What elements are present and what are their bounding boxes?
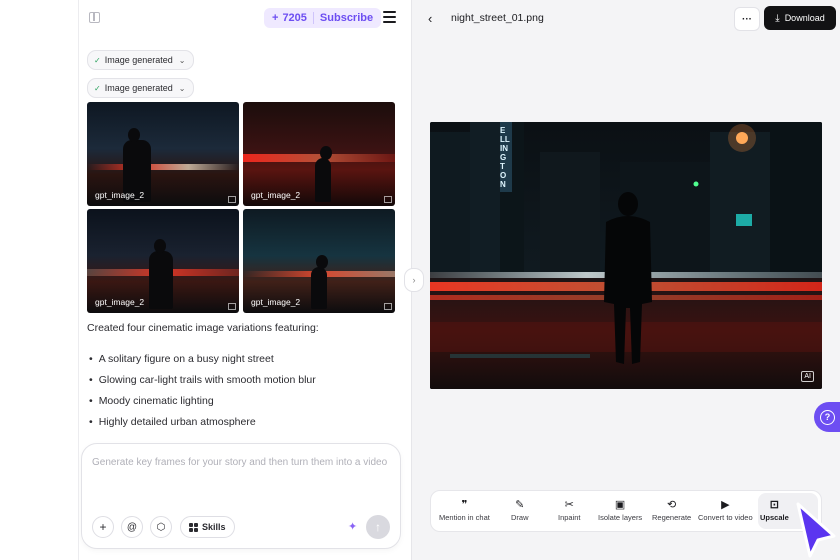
image-thumbnail[interactable]: gpt_image_2 xyxy=(87,102,239,206)
sidebar-toggle-icon[interactable] xyxy=(89,12,100,23)
ai-badge-icon xyxy=(384,303,392,310)
figure-silhouette xyxy=(311,255,328,309)
tool-draw[interactable]: ✎ Draw xyxy=(511,497,529,529)
credits-pill[interactable]: + 7205 Subscribe xyxy=(264,8,382,28)
list-item: Moody cinematic lighting xyxy=(87,392,316,413)
chip-label: Image generated xyxy=(104,83,173,93)
stack-icon[interactable] xyxy=(383,11,396,24)
at-icon: @ xyxy=(126,521,138,533)
ai-badge-icon xyxy=(228,303,236,310)
download-button[interactable]: ⤓ Download xyxy=(764,6,836,30)
tool-label: Convert to video xyxy=(698,513,753,522)
tool-isolate-layers[interactable]: ▣ Isolate layers xyxy=(598,497,642,529)
ai-badge-icon xyxy=(384,196,392,203)
more-options-button[interactable]: ··· xyxy=(734,7,760,31)
download-label: Download xyxy=(784,13,825,23)
file-name: night_street_01.png xyxy=(451,12,544,24)
pointer-cursor-icon xyxy=(796,502,836,558)
tool-upscale[interactable]: ⊡ Upscale xyxy=(760,497,789,529)
light-trail xyxy=(87,164,239,170)
ai-badge-icon xyxy=(228,196,236,203)
hd-icon: ⊡ xyxy=(769,499,779,511)
image-grid: gpt_image_2 gpt_image_2 gpt_image_2 gpt_… xyxy=(87,102,395,314)
chevron-down-icon: ⌄ xyxy=(178,83,186,93)
scissors-icon: ✂ xyxy=(564,499,574,511)
chevron-right-icon: › xyxy=(412,275,416,285)
image-thumbnail[interactable]: gpt_image_2 xyxy=(243,209,395,313)
tool-label: Mention in chat xyxy=(439,513,490,522)
night-street-scene xyxy=(430,122,822,389)
question-icon: ? xyxy=(820,409,835,425)
building-sign: ELLINGTON xyxy=(500,126,510,189)
arrow-up-icon: ↑ xyxy=(375,520,381,534)
tool-label: Regenerate xyxy=(652,513,692,522)
quote-icon: ❞ xyxy=(461,499,468,511)
tool-label: Isolate layers xyxy=(598,513,643,522)
main-image[interactable]: ELLINGTON AI xyxy=(430,122,822,389)
plus-icon: + xyxy=(99,520,107,534)
tool-label: Inpaint xyxy=(558,513,581,522)
thumbnail-label: gpt_image_2 xyxy=(95,190,145,200)
help-button[interactable]: ? xyxy=(814,402,840,432)
image-thumbnail[interactable]: gpt_image_2 xyxy=(243,102,395,206)
refresh-icon: ⟲ xyxy=(666,499,677,511)
list-item: A solitary figure on a busy night street xyxy=(87,350,316,371)
sparkle-icon[interactable]: ✦ xyxy=(348,520,357,533)
feature-list: A solitary figure on a busy night street… xyxy=(87,350,316,434)
tool-label: Upscale xyxy=(760,513,789,522)
layers-image-icon: ▣ xyxy=(614,499,626,511)
check-icon: ✓ xyxy=(94,55,101,65)
cube-icon: ⬡ xyxy=(156,521,166,533)
tool-regenerate[interactable]: ⟲ Regenerate xyxy=(652,497,691,529)
chip-label: Image generated xyxy=(104,55,173,65)
ellipsis-icon: ··· xyxy=(742,13,752,25)
thumbnail-label: gpt_image_2 xyxy=(251,297,301,307)
figure-silhouette xyxy=(149,239,173,309)
chat-panel: + 7205 Subscribe ✓ Image generated ⌄ ✓ I… xyxy=(78,0,412,560)
credits-count: 7205 xyxy=(282,12,307,24)
collapse-panel-button[interactable]: › xyxy=(404,268,424,292)
figure-silhouette xyxy=(315,146,332,202)
back-button[interactable]: ‹ xyxy=(428,11,432,26)
check-icon: ✓ xyxy=(94,83,101,93)
tool-mention-in-chat[interactable]: ❞ Mention in chat xyxy=(439,497,490,529)
image-generated-chip[interactable]: ✓ Image generated ⌄ xyxy=(87,78,195,98)
list-item: Glowing car-light trails with smooth mot… xyxy=(87,371,316,392)
image-toolbar: ❞ Mention in chat ✎ Draw ✂ Inpaint ▣ Iso… xyxy=(430,490,822,532)
left-gutter xyxy=(0,0,78,560)
mention-button[interactable]: @ xyxy=(121,516,143,538)
tool-inpaint[interactable]: ✂ Inpaint xyxy=(558,497,581,529)
subscribe-link[interactable]: Subscribe xyxy=(320,12,373,24)
response-text: Created four cinematic image variations … xyxy=(87,322,319,334)
tool-label: Draw xyxy=(511,513,529,522)
ai-badge: AI xyxy=(801,371,814,382)
skills-button[interactable]: Skills xyxy=(180,516,235,538)
chat-header: + 7205 Subscribe xyxy=(79,0,411,36)
list-item: Highly detailed urban atmosphere xyxy=(87,413,316,434)
credits-plus-icon: + xyxy=(272,12,279,24)
send-button[interactable]: ↑ xyxy=(366,515,390,539)
add-button[interactable]: + xyxy=(92,516,114,538)
brush-icon: ✎ xyxy=(515,499,525,511)
image-thumbnail[interactable]: gpt_image_2 xyxy=(87,209,239,313)
play-icon: ▶ xyxy=(721,499,730,511)
divider xyxy=(312,12,314,24)
grid-icon xyxy=(189,522,198,532)
tool-convert-to-video[interactable]: ▶ Convert to video xyxy=(698,497,753,529)
prompt-composer[interactable]: Generate key frames for your story and t… xyxy=(81,443,401,549)
download-icon: ⤓ xyxy=(775,12,780,24)
skills-label: Skills xyxy=(202,522,226,532)
thumbnail-label: gpt_image_2 xyxy=(251,190,301,200)
model-button[interactable]: ⬡ xyxy=(150,516,172,538)
image-generated-chip[interactable]: ✓ Image generated ⌄ xyxy=(87,50,195,70)
thumbnail-label: gpt_image_2 xyxy=(95,297,145,307)
chevron-down-icon: ⌄ xyxy=(178,55,186,65)
prompt-input[interactable]: Generate key frames for your story and t… xyxy=(92,457,387,468)
